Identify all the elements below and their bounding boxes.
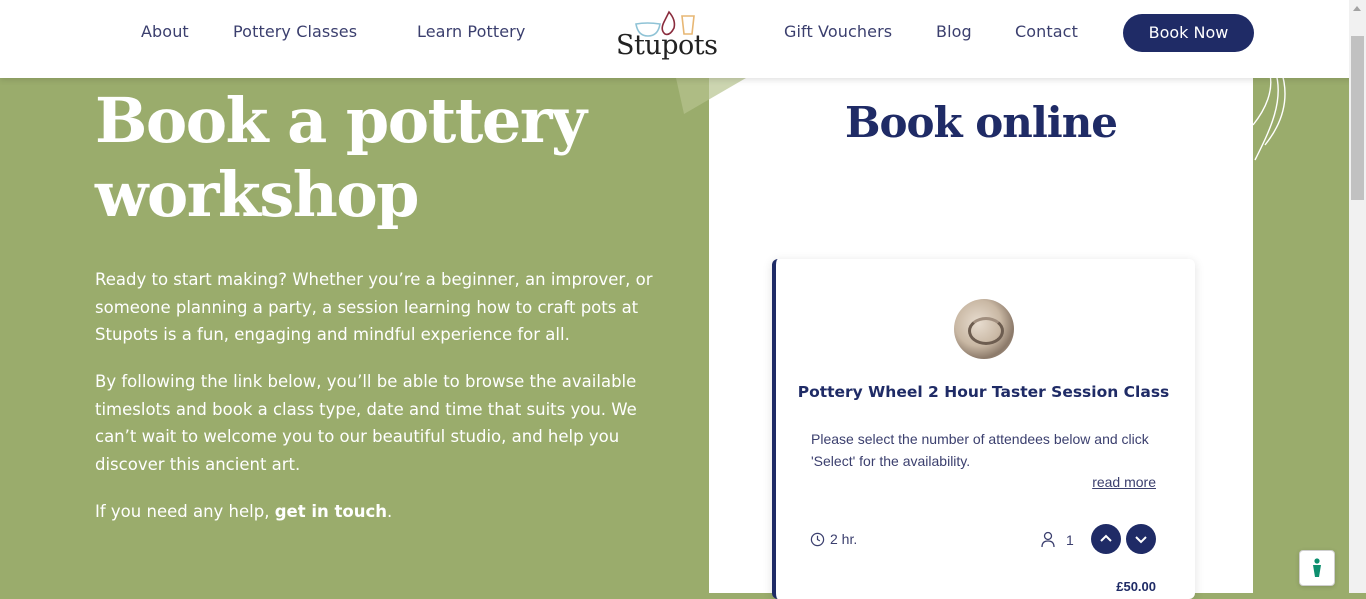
clock-icon (810, 532, 825, 547)
hero-intro-paragraph: Ready to start making? Whether you’re a … (95, 270, 653, 344)
scroll-up-arrow-icon[interactable] (1353, 6, 1361, 11)
page-scrollbar[interactable] (1349, 0, 1366, 593)
nav-link-blog[interactable]: Blog (936, 22, 972, 41)
hero-booking-paragraph: By following the link below, you’ll be a… (95, 372, 637, 474)
class-thumbnail (954, 299, 1014, 359)
scrollbar-thumb[interactable] (1351, 36, 1364, 200)
read-more-link[interactable]: read more (1060, 474, 1156, 490)
person-icon (1041, 531, 1055, 548)
help-suffix: . (386, 502, 393, 521)
book-online-heading: Book online (845, 98, 1118, 147)
nav-link-learn-pottery[interactable]: Learn Pottery (417, 22, 525, 41)
nav-link-contact[interactable]: Contact (1015, 22, 1078, 41)
nav-link-gift-vouchers[interactable]: Gift Vouchers (784, 22, 892, 41)
chevron-down-icon (1135, 536, 1147, 544)
attendee-count: 1 (1066, 532, 1074, 548)
duration-value: 2 hr. (830, 531, 858, 547)
pottery-bowl-image (968, 317, 1004, 345)
get-in-touch-link[interactable]: get in touch (275, 502, 387, 521)
class-description: Please select the number of attendees be… (811, 431, 1149, 469)
nav-link-about[interactable]: About (141, 22, 189, 41)
class-title[interactable]: Pottery Wheel 2 Hour Taster Session Clas… (776, 383, 1191, 401)
accessibility-icon (1313, 558, 1321, 577)
nav-link-pottery-classes[interactable]: Pottery Classes (233, 22, 357, 41)
chevron-up-icon (1100, 534, 1112, 542)
hero-title: Book a pottery workshop (95, 84, 655, 232)
logo[interactable]: Stupots (616, 10, 718, 66)
top-navigation: About Pottery Classes Learn Pottery Stup… (0, 0, 1366, 78)
accessibility-widget-button[interactable] (1299, 550, 1335, 586)
help-prefix: If you need any help, (95, 502, 270, 521)
class-price: £50.00 (1116, 579, 1156, 594)
book-now-button[interactable]: Book Now (1123, 14, 1254, 52)
decrease-attendees-button[interactable] (1126, 524, 1156, 554)
hero-title-line2: workshop (95, 158, 420, 231)
hero-help-paragraph: If you need any help, get in touch. (95, 498, 655, 526)
hero-title-line1: Book a pottery (95, 84, 587, 157)
logo-text: Stupots (616, 30, 718, 61)
increase-attendees-button[interactable] (1091, 524, 1121, 554)
